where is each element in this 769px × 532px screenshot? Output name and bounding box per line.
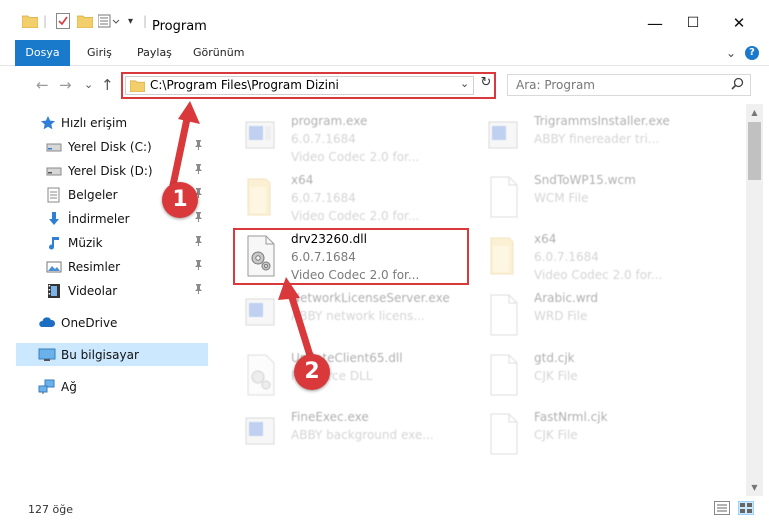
help-button[interactable]: ? — [745, 46, 759, 60]
back-button[interactable]: ← — [36, 76, 49, 94]
tab-home[interactable]: Giriş — [87, 40, 112, 66]
pin-icon[interactable] — [194, 140, 203, 153]
sidebar-item-videos[interactable]: Videolar — [0, 279, 208, 302]
drive-icon — [46, 139, 62, 155]
sidebar-item-network[interactable]: Ağ — [0, 375, 208, 398]
file-item[interactable]: x64 6.0.7.1684 Video Codec 2.0 for... — [475, 228, 710, 288]
annotation-badge-1: 1 — [162, 182, 198, 218]
properties-icon[interactable] — [56, 12, 70, 30]
exe-icon — [240, 116, 280, 160]
file-icon — [483, 293, 523, 337]
dll-gear-icon — [240, 353, 280, 397]
sidebar-item-quick-access[interactable]: Hızlı erişim — [0, 111, 208, 134]
large-icons-view-icon[interactable] — [738, 501, 754, 515]
title-bar: | ▾ | Program — ☐ ✕ — [0, 0, 769, 40]
pictures-icon — [46, 259, 62, 275]
file-icon — [483, 175, 523, 219]
folder-icon — [483, 234, 523, 278]
videos-icon — [46, 283, 62, 299]
pin-icon[interactable] — [194, 260, 203, 273]
file-item[interactable]: program.exe 6.0.7.1684 Video Codec 2.0 f… — [232, 110, 467, 170]
file-item[interactable]: NetworkLicenseServer.exe ABBY network li… — [232, 287, 467, 347]
address-dropdown-icon[interactable]: ⌄ — [460, 77, 469, 90]
status-bar: 127 öğe — [0, 496, 769, 532]
up-button[interactable]: ↑ — [101, 76, 114, 94]
file-highlight-box — [233, 228, 469, 285]
details-view-icon[interactable] — [714, 501, 730, 515]
address-highlight: C:\Program Files\Program Dizini ⌄ ↻ — [121, 72, 496, 99]
refresh-button[interactable]: ↻ — [478, 75, 494, 94]
file-icon — [483, 353, 523, 397]
sidebar-item-local-disk-d[interactable]: Yerel Disk (D:) — [0, 159, 208, 182]
pin-icon[interactable] — [194, 164, 203, 177]
close-button[interactable]: ✕ — [716, 8, 762, 38]
pin-icon[interactable] — [194, 284, 203, 297]
address-bar[interactable]: C:\Program Files\Program Dizini ⌄ — [125, 76, 474, 95]
vertical-scrollbar[interactable]: ▲ ▼ — [746, 104, 763, 496]
search-icon — [731, 77, 744, 94]
computer-icon — [38, 347, 56, 363]
file-item[interactable]: FastNrml.cjk CJK File — [475, 406, 710, 466]
file-item[interactable]: UpdateClient65.dll Resource DLL — [232, 347, 467, 407]
sidebar-item-pictures[interactable]: Resimler — [0, 255, 208, 278]
tab-file[interactable]: Dosya — [15, 40, 70, 66]
folder-icon — [22, 12, 38, 30]
sidebar-item-onedrive[interactable]: OneDrive — [0, 311, 208, 334]
scrollbar-thumb[interactable] — [748, 122, 761, 180]
address-path: C:\Program Files\Program Dizini — [150, 78, 339, 92]
exe-icon — [483, 116, 523, 160]
ribbon: Dosya Giriş Paylaş Görünüm ⌄ ? — [0, 40, 769, 66]
scroll-up-icon[interactable]: ▲ — [746, 104, 763, 121]
new-folder-icon[interactable] — [77, 12, 93, 30]
folder-icon — [240, 175, 280, 219]
file-icon — [483, 412, 523, 456]
network-icon — [38, 379, 55, 395]
drive-icon — [46, 163, 62, 179]
exe-icon — [240, 412, 280, 456]
scroll-down-icon[interactable]: ▼ — [746, 479, 763, 496]
maximize-button[interactable]: ☐ — [670, 8, 716, 38]
pin-icon[interactable] — [194, 212, 203, 225]
file-item[interactable]: x64 6.0.7.1684 Video Codec 2.0 for... — [232, 169, 467, 229]
tab-share[interactable]: Paylaş — [137, 40, 172, 66]
sidebar-item-local-disk-c[interactable]: Yerel Disk (C:) — [0, 135, 208, 158]
music-icon — [46, 235, 62, 251]
customize-toolbar-icon[interactable] — [98, 12, 120, 30]
item-count: 127 öğe — [28, 503, 73, 516]
search-placeholder: Ara: Program — [516, 78, 595, 92]
divider: | — [43, 14, 48, 28]
sidebar-item-this-pc[interactable]: Bu bilgisayar — [16, 343, 208, 366]
folder-icon — [129, 79, 146, 95]
documents-icon — [46, 187, 62, 203]
file-item[interactable]: Arabic.wrd WRD File — [475, 287, 710, 347]
forward-button[interactable]: → — [59, 76, 72, 94]
tab-view[interactable]: Görünüm — [193, 40, 244, 66]
exe-icon — [240, 293, 280, 337]
qa-dropdown-icon[interactable]: ▾ — [128, 12, 133, 30]
file-item[interactable]: gtd.cjk CJK File — [475, 347, 710, 407]
file-item[interactable]: FineExec.exe ABBY background exe... — [232, 406, 467, 466]
search-input[interactable]: Ara: Program — [507, 74, 751, 96]
ribbon-expand-icon[interactable]: ⌄ — [726, 40, 736, 66]
annotation-badge-2: 2 — [294, 354, 330, 390]
recent-locations-button[interactable]: ⌄ — [84, 78, 93, 91]
download-icon — [46, 211, 62, 227]
pin-icon[interactable] — [194, 236, 203, 249]
sidebar-item-music[interactable]: Müzik — [0, 231, 208, 254]
navigation-pane: Hızlı erişim Yerel Disk (C:) Yerel Disk … — [0, 104, 210, 496]
onedrive-icon — [38, 315, 56, 331]
file-item[interactable]: TrigrammsInstaller.exe ABBY finereader t… — [475, 110, 710, 170]
divider: | — [143, 14, 148, 28]
window-title: Program — [152, 19, 207, 34]
file-item[interactable]: SndToWP15.wcm WCM File — [475, 169, 710, 229]
star-icon — [40, 115, 56, 131]
file-list: program.exe 6.0.7.1684 Video Codec 2.0 f… — [212, 104, 745, 496]
